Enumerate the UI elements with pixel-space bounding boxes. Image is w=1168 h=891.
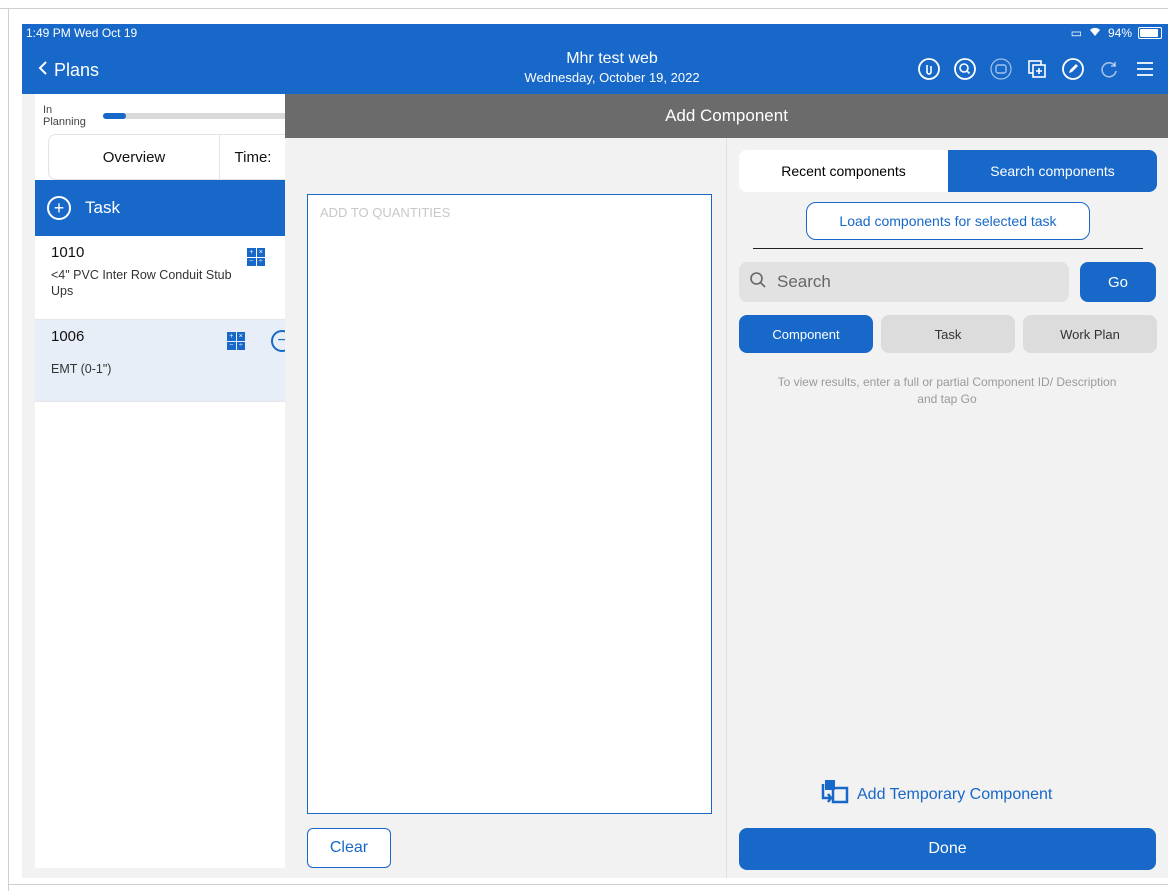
status-time: 1:49 PM Wed Oct 19	[26, 26, 138, 40]
tab-overview[interactable]: Overview	[49, 135, 220, 179]
modal-title: Add Component	[285, 94, 1168, 138]
top-bar: 1:49 PM Wed Oct 19 ▭ 94% Plans Mhr test …	[22, 24, 1168, 94]
done-button[interactable]: Done	[739, 828, 1156, 870]
battery-percent: 94%	[1107, 26, 1132, 40]
back-label: Plans	[54, 60, 100, 80]
clear-button[interactable]: Clear	[307, 828, 391, 868]
search-circle-icon[interactable]	[954, 58, 976, 80]
task-id: 1010	[51, 244, 85, 261]
status-indicators: ▭ 94%	[1071, 26, 1162, 40]
add-copy-icon[interactable]	[1026, 58, 1048, 80]
quantities-placeholder: ADD TO QUANTITIES	[320, 205, 451, 220]
add-temporary-component-button[interactable]: Add Temporary Component	[819, 778, 1052, 811]
screen-mirror-icon: ▭	[1070, 26, 1082, 40]
calculator-icon[interactable]: + × − ÷	[247, 248, 265, 266]
load-components-button[interactable]: Load components for selected task	[806, 202, 1090, 240]
search-icon	[749, 271, 767, 294]
search-hint: To view results, enter a full or partial…	[777, 375, 1117, 406]
planning-progress-bar	[103, 113, 294, 119]
task-description: <4" PVC Inter Row Conduit Stub Ups	[51, 268, 232, 298]
page-title: Mhr test web	[566, 50, 658, 67]
go-button[interactable]: Go	[1080, 262, 1156, 302]
planning-status: In Planning	[43, 104, 294, 128]
filter-task[interactable]: Task	[881, 315, 1015, 353]
sync-icon[interactable]	[1098, 58, 1120, 80]
planning-label: In Planning	[43, 104, 86, 128]
contact-icon[interactable]	[990, 58, 1012, 80]
add-task-header[interactable]: + Task	[35, 180, 285, 236]
component-search-pane: Recent components Search components Load…	[727, 138, 1168, 878]
plan-tabs: Overview Time:	[48, 134, 287, 180]
ipad-screen: 1:49 PM Wed Oct 19 ▭ 94% Plans Mhr test …	[22, 24, 1168, 878]
page-subtitle: Wednesday, October 19, 2022	[524, 70, 700, 85]
segment-recent-components[interactable]: Recent components	[739, 150, 948, 192]
window-border-top	[0, 8, 1168, 9]
plus-circle-icon: +	[47, 196, 71, 220]
task-row-selected[interactable]: 1006 EMT (0-1") + × − ÷ −	[35, 320, 293, 402]
battery-icon	[1138, 27, 1162, 39]
window-border-bottom	[8, 884, 1168, 885]
toolbar-icons	[918, 58, 1156, 80]
window-border-left	[8, 8, 9, 891]
task-header-label: Task	[85, 198, 120, 217]
filter-component[interactable]: Component	[739, 315, 873, 353]
chevron-left-icon	[38, 60, 48, 81]
edit-icon[interactable]	[1062, 58, 1084, 80]
wifi-icon	[1088, 26, 1102, 40]
search-field[interactable]	[739, 262, 1069, 302]
quantities-pane: ADD TO QUANTITIES Clear	[285, 138, 726, 878]
component-source-toggle: Recent components Search components	[739, 150, 1157, 192]
filter-work-plan[interactable]: Work Plan	[1023, 315, 1157, 353]
segment-search-components[interactable]: Search components	[948, 150, 1157, 192]
divider	[753, 248, 1143, 249]
add-temporary-icon	[819, 778, 849, 811]
quantities-textarea[interactable]: ADD TO QUANTITIES	[307, 194, 712, 814]
task-panel: In Planning Overview Time: + Task 1010 <…	[35, 94, 294, 868]
task-row[interactable]: 1010 <4" PVC Inter Row Conduit Stub Ups …	[35, 236, 285, 320]
menu-icon[interactable]	[1134, 58, 1156, 80]
search-filters: Component Task Work Plan	[739, 315, 1157, 353]
attachment-icon[interactable]	[918, 58, 940, 80]
back-button[interactable]: Plans	[38, 60, 99, 81]
header-titles: Mhr test web Wednesday, October 19, 2022	[422, 50, 802, 85]
add-temporary-label: Add Temporary Component	[857, 785, 1053, 803]
search-input[interactable]	[775, 271, 1059, 293]
task-description: EMT (0-1")	[51, 362, 112, 376]
progress-fill	[103, 113, 127, 119]
calculator-icon[interactable]: + × − ÷	[227, 332, 245, 350]
tab-timesheet[interactable]: Time:	[220, 135, 286, 179]
